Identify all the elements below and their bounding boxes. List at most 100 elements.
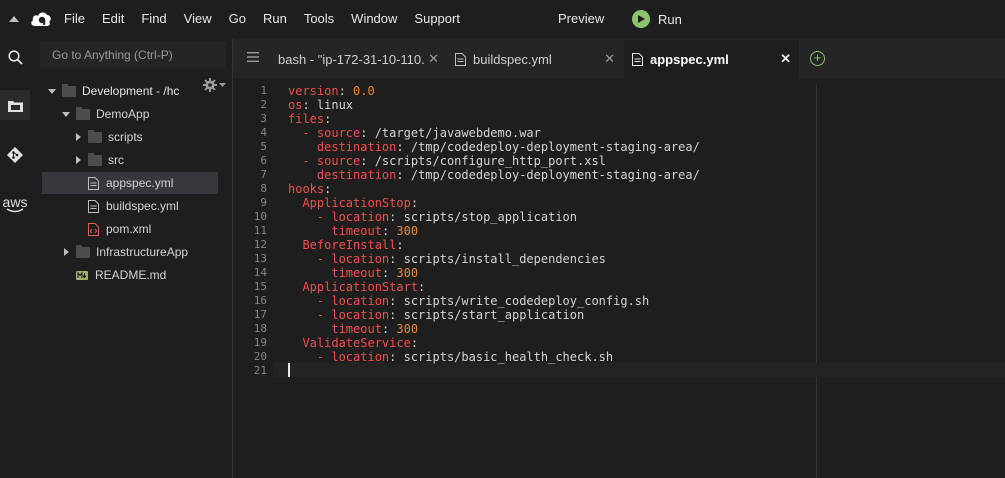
yaml-value	[288, 350, 317, 364]
tree-item-appspec-yml[interactable]: appspec.yml	[42, 172, 218, 194]
tree-item-pom-xml[interactable]: pom.xml	[42, 218, 218, 240]
line-number: 18	[253, 322, 267, 335]
yaml-key: - source	[302, 126, 361, 140]
preview-button[interactable]: Preview	[558, 0, 604, 38]
chevron-right-icon[interactable]	[60, 248, 72, 256]
yaml-key: BeforeInstall	[302, 238, 397, 252]
aws-icon[interactable]: aws	[0, 190, 30, 220]
menu-window[interactable]: Window	[351, 0, 397, 38]
yaml-key: - location	[316, 350, 390, 364]
code-text: destination: /tmp/codedeploy-deployment-…	[288, 168, 700, 182]
tree-item-label: src	[108, 153, 124, 167]
file-icon	[632, 52, 643, 66]
yaml-value	[288, 238, 302, 252]
yaml-value: : linux	[302, 98, 354, 112]
aws-label: aws	[2, 194, 28, 210]
chevron-right-icon[interactable]	[72, 133, 84, 141]
yaml-value: :	[324, 182, 332, 196]
menu-run[interactable]: Run	[263, 0, 287, 38]
menu-support[interactable]: Support	[414, 0, 460, 38]
menu-edit[interactable]: Edit	[102, 0, 124, 38]
menu-go[interactable]: Go	[229, 0, 246, 38]
go-to-anything-input[interactable]: Go to Anything (Ctrl-P)	[40, 42, 226, 68]
yaml-key: timeout	[331, 224, 382, 238]
cloud9-logo-icon[interactable]	[28, 0, 54, 38]
yaml-key: ApplicationStop	[302, 196, 411, 210]
yaml-value	[288, 322, 331, 336]
tree-item-label: scripts	[108, 130, 143, 144]
yaml-key: - source	[302, 154, 361, 168]
code-line: 9 ApplicationStop:	[233, 196, 1005, 210]
close-icon[interactable]: ✕	[780, 51, 791, 67]
tree-item-src[interactable]: src	[42, 149, 218, 171]
code-editor[interactable]: 1 version: 0.0 2 os: linux 3 files: 4 - source…	[233, 84, 1005, 478]
add-tab-icon[interactable]: +	[810, 51, 825, 66]
code-line: 6 - source: /scripts/configure_http_port…	[233, 154, 1005, 168]
line-number: 10	[253, 210, 267, 223]
left-rail: aws	[0, 38, 30, 478]
git-icon[interactable]	[0, 140, 30, 170]
xml-file-icon	[88, 222, 99, 236]
menu-view[interactable]: View	[184, 0, 212, 38]
tab-terminal-label: bash - "ip-172-31-10-110.	[278, 51, 425, 67]
yaml-key: timeout	[331, 322, 382, 336]
close-icon[interactable]: ✕	[428, 51, 439, 67]
search-icon[interactable]	[0, 42, 30, 72]
code-text: version: 0.0	[288, 84, 375, 98]
yaml-value: : scripts/write_codedeploy_config.sh	[389, 294, 650, 308]
line-number: 1	[260, 84, 267, 97]
yaml-key: ValidateService	[302, 336, 411, 350]
chevron-right-icon[interactable]	[72, 156, 84, 164]
code-text: ValidateService:	[288, 336, 418, 350]
yaml-value: : scripts/install_dependencies	[389, 252, 606, 266]
yaml-value: :	[396, 238, 404, 252]
tree-item-development-hc[interactable]: Development - /hc	[42, 80, 218, 102]
line-number: 5	[260, 140, 267, 153]
tree-item-label: Development - /hc	[82, 84, 180, 98]
tab-buildspec[interactable]: buildspec.yml ✕	[445, 40, 623, 78]
folder-icon	[76, 244, 90, 258]
tab-appspec[interactable]: appspec.yml ✕	[624, 40, 799, 78]
yaml-key: - location	[316, 308, 390, 322]
yaml-number: 300	[396, 322, 419, 336]
line-number: 3	[260, 112, 267, 125]
tree-item-buildspec-yml[interactable]: buildspec.yml	[42, 195, 218, 217]
yaml-value	[288, 196, 302, 210]
yaml-number: 300	[396, 224, 419, 238]
tree-item-label: buildspec.yml	[106, 199, 179, 213]
file-icon	[88, 199, 99, 213]
tab-terminal[interactable]: bash - "ip-172-31-10-110. ✕	[268, 40, 443, 78]
yaml-value	[288, 266, 331, 280]
yaml-value: : /target/javawebdemo.war	[360, 126, 541, 140]
tree-item-scripts[interactable]: scripts	[42, 126, 218, 148]
tree-item-label: pom.xml	[106, 222, 152, 236]
folder-icon	[88, 129, 102, 143]
yaml-key: version	[288, 84, 339, 98]
code-text: hooks:	[288, 182, 331, 196]
menu-find[interactable]: Find	[141, 0, 166, 38]
file-explorer-icon[interactable]	[0, 90, 30, 120]
tree-item-readme-md[interactable]: README.md	[42, 264, 218, 286]
folder-icon	[76, 106, 90, 120]
menu-file[interactable]: File	[64, 0, 85, 38]
markdown-file-icon	[76, 269, 88, 282]
chevron-down-icon[interactable]	[60, 111, 72, 117]
code-text: timeout: 300	[288, 224, 418, 238]
code-line: 10 - location: scripts/stop_application	[233, 210, 1005, 224]
chevron-down-icon[interactable]	[46, 88, 58, 94]
yaml-value: :	[410, 196, 419, 210]
yaml-value	[288, 252, 317, 266]
menu-tools[interactable]: Tools	[304, 0, 334, 38]
yaml-value: :	[381, 266, 397, 280]
play-icon	[632, 10, 650, 28]
code-line: 15 ApplicationStart:	[233, 280, 1005, 294]
tree-item-demoapp[interactable]: DemoApp	[42, 103, 218, 125]
hamburger-menu-icon[interactable]	[247, 51, 259, 65]
tree-item-infrastructureapp[interactable]: InfrastructureApp	[42, 241, 218, 263]
chevron-up-icon[interactable]	[0, 0, 28, 38]
line-number: 2	[260, 98, 267, 111]
tree-item-label: InfrastructureApp	[96, 245, 189, 259]
run-button[interactable]: Run	[632, 10, 682, 28]
close-icon[interactable]: ✕	[604, 51, 615, 67]
yaml-value	[288, 126, 302, 140]
